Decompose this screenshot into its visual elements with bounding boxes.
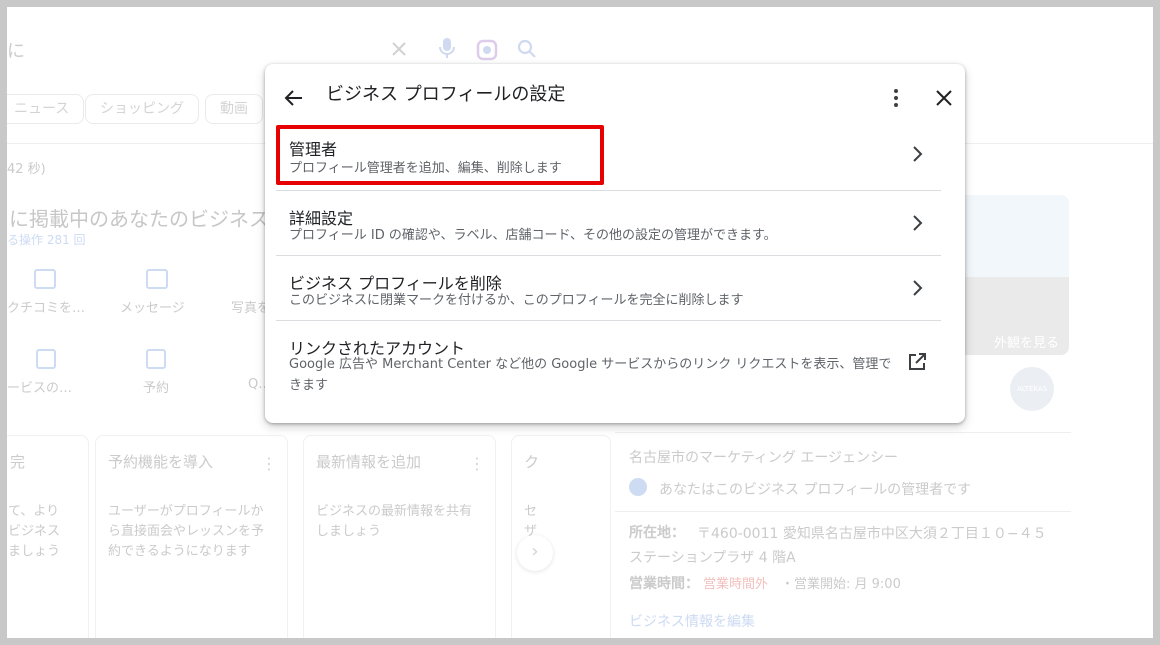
menu-item-desc: Google 広告や Merchant Center など他の Google サ…: [289, 357, 892, 393]
arrow-back-icon: [284, 90, 302, 106]
menu-item-delete-profile[interactable]: ビジネス プロフィールを削除 このビジネスに閉業マークを付けるか、このプロフィー…: [276, 256, 941, 320]
chevron-right-icon: [913, 146, 923, 162]
menu-item-desc: プロフィール管理者を追加、編集、削除します: [289, 161, 562, 176]
dialog-title: ビジネス プロフィールの設定: [326, 84, 566, 105]
settings-dialog: ビジネス プロフィールの設定 管理者 プロフィール管理者を追加、編集、削除します…: [265, 64, 965, 423]
close-icon: [936, 90, 952, 106]
menu-item-advanced-settings[interactable]: 詳細設定 プロフィール ID の確認や、ラベル、店舗コード、その他の設定の管理が…: [276, 191, 941, 255]
close-button[interactable]: [928, 82, 960, 114]
menu-item-managers[interactable]: 管理者 プロフィール管理者を追加、編集、削除します: [276, 124, 941, 186]
back-button[interactable]: [278, 82, 310, 114]
screenshot-frame: に ニュース ショッピング 動画 42 秒) に掲載中のあなたのビジネス る操作…: [7, 7, 1153, 638]
menu-item-desc: プロフィール ID の確認や、ラベル、店舗コード、その他の設定の管理ができます。: [289, 228, 777, 243]
chevron-right-icon: [913, 215, 923, 231]
more-options-button[interactable]: [880, 82, 912, 114]
more-vert-icon: [894, 89, 898, 107]
menu-item-linked-accounts[interactable]: リンクされたアカウント Google 広告や Merchant Center な…: [276, 321, 941, 401]
menu-item-title: 管理者: [289, 140, 338, 159]
open-in-new-icon: [909, 353, 926, 370]
menu-item-desc: このビジネスに閉業マークを付けるか、このプロフィールを完全に削除します: [289, 293, 744, 308]
dialog-header: ビジネス プロフィールの設定: [265, 64, 965, 120]
chevron-right-icon: [913, 280, 923, 296]
